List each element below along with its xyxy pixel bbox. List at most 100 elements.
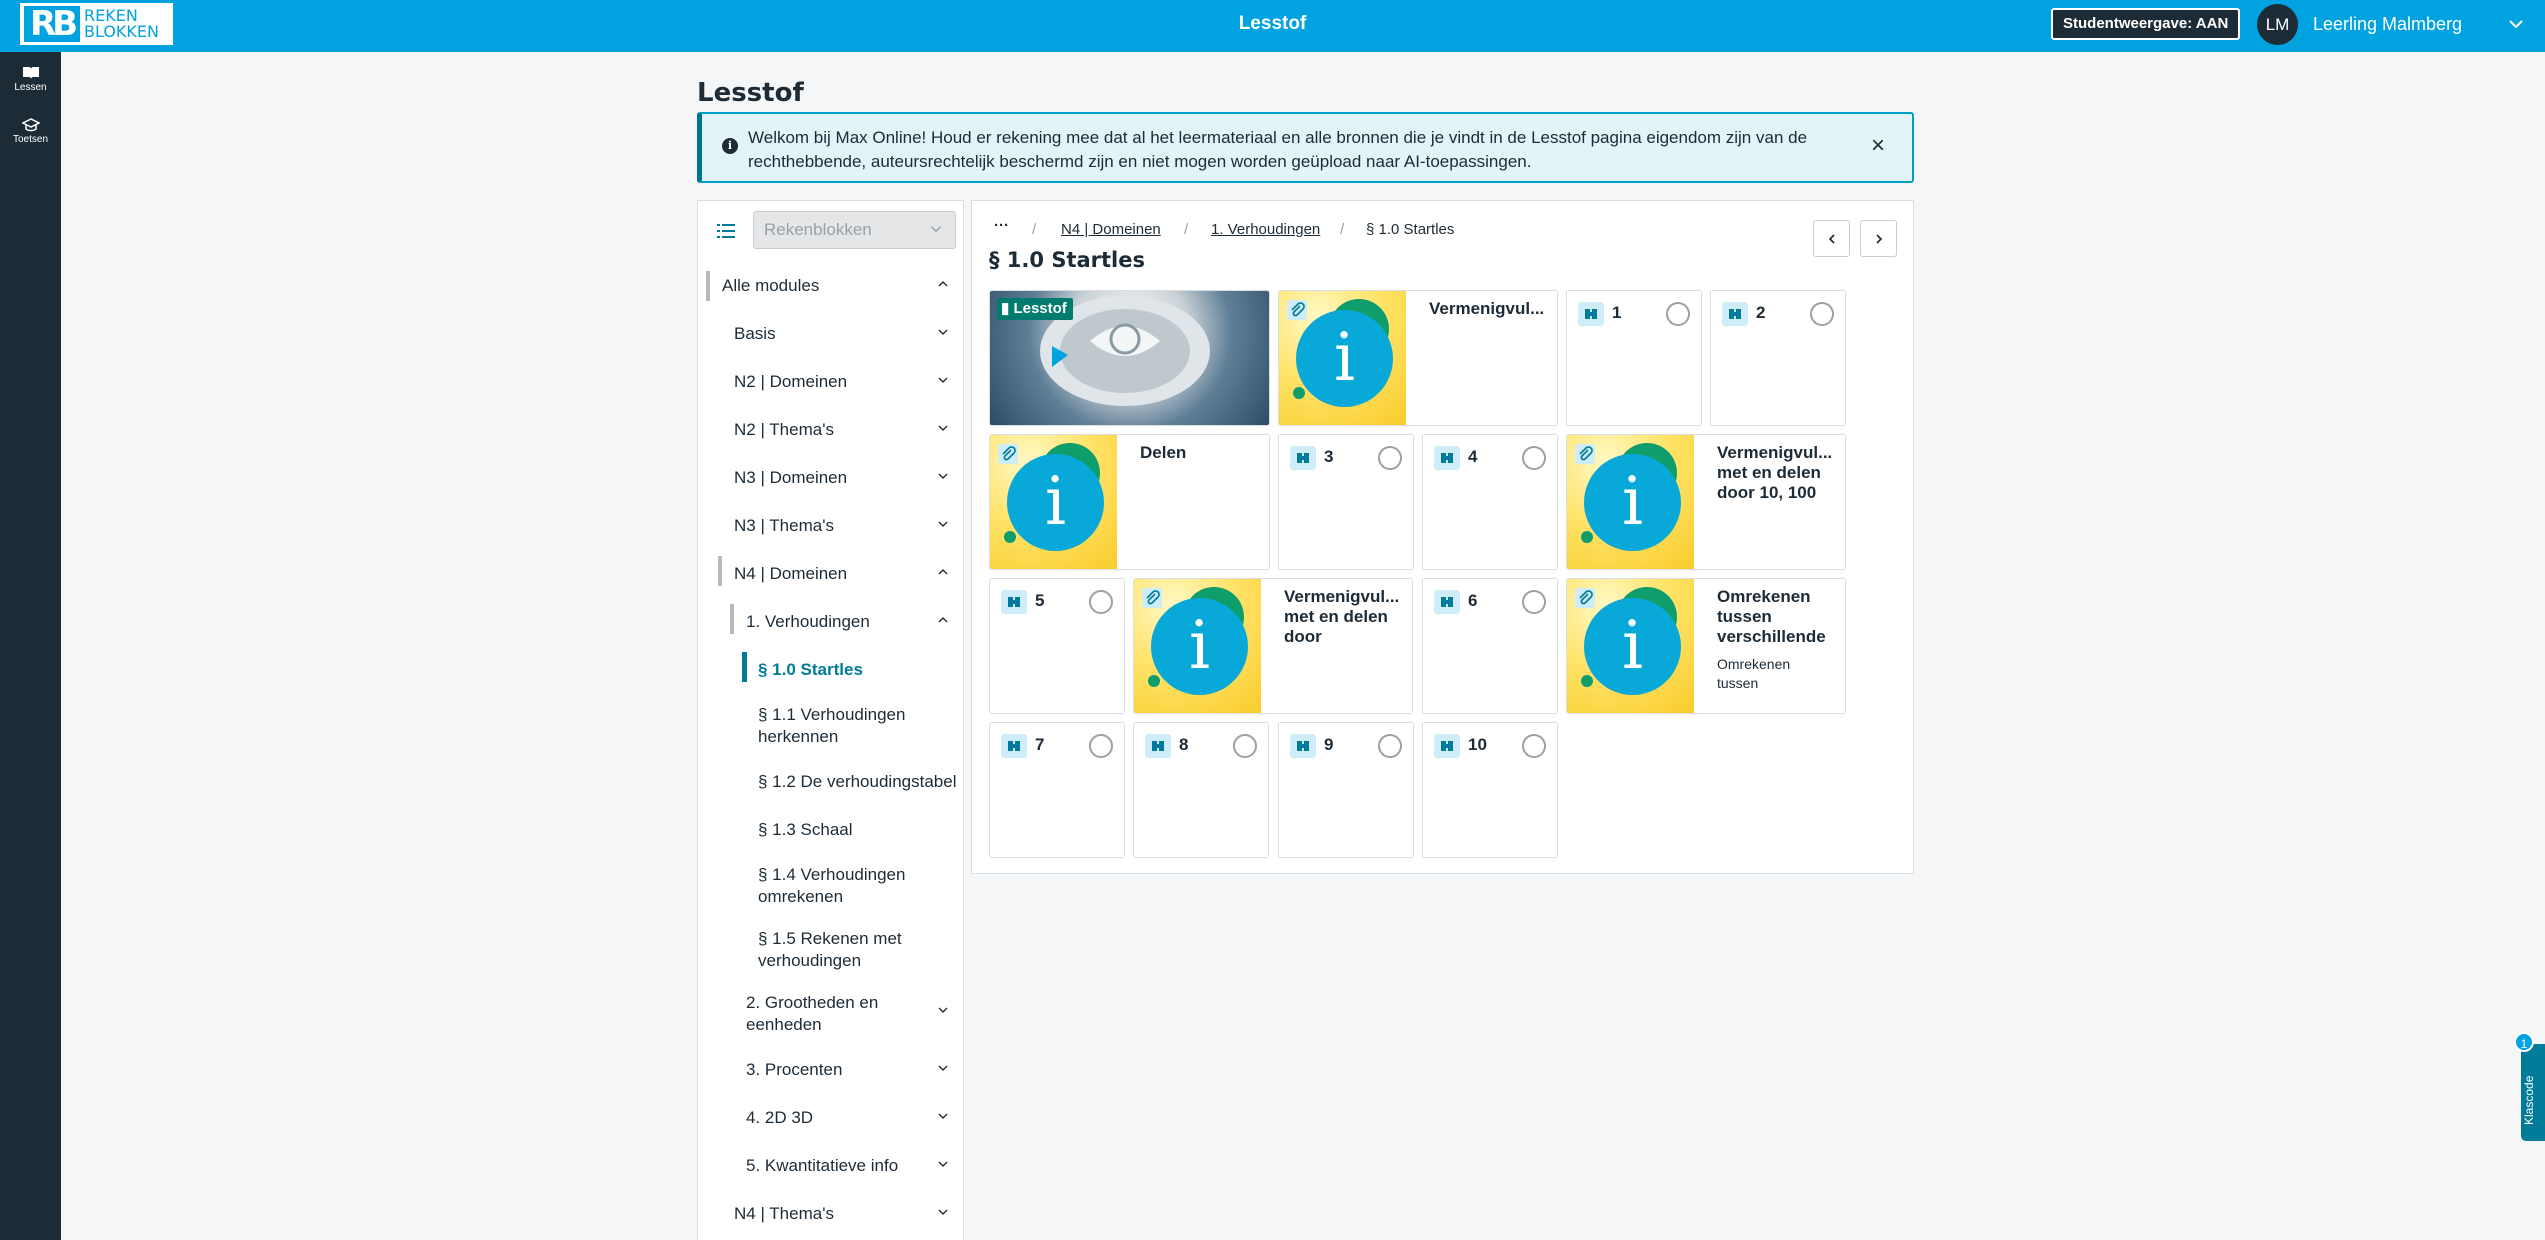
paperclip-icon <box>1575 444 1595 464</box>
exercise-tile[interactable]: 10 <box>1422 722 1558 858</box>
sidebar-item-rekenen-met-verhoudingen[interactable]: § 1.5 Rekenen met verhoudingen <box>758 924 958 974</box>
exercise-tile[interactable]: 7 <box>989 722 1125 858</box>
sidebar-item-label: 1. Verhoudingen <box>746 612 870 631</box>
info-icon: i <box>1333 319 1356 396</box>
sidebar-item-procenten[interactable]: 3. Procenten <box>746 1055 951 1085</box>
page-title: Lesstof <box>697 78 804 108</box>
student-view-toggle[interactable]: Studentweergave: AAN <box>2051 8 2241 40</box>
sidebar-item-n3-domeinen[interactable]: N3 | Domeinen <box>734 463 951 493</box>
chevron-down-icon <box>938 329 948 335</box>
sidebar-item-alle-modules[interactable]: Alle modules <box>722 271 951 301</box>
sidebar-item-schaal[interactable]: § 1.3 Schaal <box>758 815 958 845</box>
info-tile[interactable]: i Vermenigvul... met en delen door <box>1133 578 1413 714</box>
exercise-number: 6 <box>1468 591 1478 610</box>
tree-guide <box>730 604 734 634</box>
sidebar-item-n3-themas[interactable]: N3 | Thema's <box>734 511 951 541</box>
chevron-down-icon <box>938 425 948 431</box>
close-icon[interactable]: × <box>1866 134 1890 158</box>
rekenblokken-logo[interactable]: RB REKEN BLOKKEN <box>20 3 173 45</box>
next-button[interactable] <box>1860 220 1897 257</box>
klascode-count-badge: 1 <box>2514 1032 2534 1052</box>
exercise-tile[interactable]: 5 <box>989 578 1125 714</box>
rail-item-lessen[interactable]: Lessen <box>0 66 61 93</box>
info-tile[interactable]: i Vermenigvul... met en delen door 10, 1… <box>1566 434 1846 570</box>
puzzle-icon <box>1434 446 1460 470</box>
sidebar-item-label: 2. Grootheden en eenheden <box>746 993 879 1034</box>
chevron-down-icon <box>938 1065 948 1071</box>
exercise-number: 7 <box>1035 735 1045 754</box>
sidebar-item-kwantitatieve-info[interactable]: 5. Kwantitatieve info <box>746 1151 951 1181</box>
book-icon <box>22 67 39 79</box>
chevron-right-icon <box>1876 234 1883 244</box>
sidebar-item-n4-themas[interactable]: N4 | Thema's <box>734 1199 951 1229</box>
exercise-number: 9 <box>1324 735 1334 754</box>
sidebar-item-verhoudingen[interactable]: 1. Verhoudingen <box>746 607 951 637</box>
sidebar-item-grootheden[interactable]: 2. Grootheden en eenheden <box>746 988 951 1038</box>
exercise-number: 5 <box>1035 591 1045 610</box>
exercise-tile[interactable]: 6 <box>1422 578 1558 714</box>
sidebar-item-label: Alle modules <box>722 276 820 295</box>
sidebar-item-n2-domeinen[interactable]: N2 | Domeinen <box>734 367 951 397</box>
top-bar: RB REKEN BLOKKEN Lesstof Studentweergave… <box>0 0 2545 52</box>
previous-button[interactable] <box>1813 220 1850 257</box>
sidebar-item-verhoudingen-herkennen[interactable]: § 1.1 Verhoudingen herkennen <box>758 700 958 750</box>
info-icon: i <box>722 138 738 154</box>
paperclip-icon <box>1142 588 1162 608</box>
status-circle-icon <box>1089 590 1113 614</box>
info-tile[interactable]: i Vermenigvul... <box>1278 290 1558 426</box>
exercise-number: 8 <box>1179 735 1189 754</box>
info-tile[interactable]: i Omrekenen tussen verschillende Omreken… <box>1566 578 1846 714</box>
sidebar-item-n4-domeinen[interactable]: N4 | Domeinen <box>734 559 951 589</box>
status-circle-icon <box>1233 734 1257 758</box>
method-select[interactable]: Rekenblokken <box>753 211 956 249</box>
avatar[interactable]: LM <box>2257 4 2298 45</box>
sidebar-item-verhoudingen-omrekenen[interactable]: § 1.4 Verhoudingen omrekenen <box>758 860 958 910</box>
puzzle-icon <box>1001 590 1027 614</box>
klascode-label[interactable]: Klascode <box>2522 1060 2544 1140</box>
exercise-number: 1 <box>1612 303 1622 322</box>
exercise-number: 3 <box>1324 447 1334 466</box>
alert-text: Welkom bij Max Online! Houd er rekening … <box>748 128 1808 171</box>
breadcrumb-separator: / <box>1340 221 1345 238</box>
breadcrumb-ellipsis[interactable]: ··· <box>994 217 1009 234</box>
tile-title: Vermenigvul... met en delen door <box>1284 587 1400 646</box>
info-icon: i <box>1621 463 1644 540</box>
chevron-down-icon <box>938 473 948 479</box>
exercise-number: 10 <box>1468 735 1487 754</box>
breadcrumb-item[interactable]: N4 | Domeinen <box>1061 221 1161 238</box>
status-circle-icon <box>1089 734 1113 758</box>
info-tile[interactable]: i Delen <box>989 434 1270 570</box>
list-icon[interactable] <box>716 221 736 241</box>
chevron-down-icon[interactable] <box>2504 12 2528 36</box>
tile-title: Delen <box>1140 443 1187 462</box>
sidebar-item-verhoudingstabel[interactable]: § 1.2 De verhoudingstabel <box>758 767 958 797</box>
rail-item-toetsen[interactable]: Toetsen <box>0 118 61 145</box>
sidebar-item-label: 5. Kwantitatieve info <box>746 1156 899 1175</box>
exercise-tile[interactable]: 3 <box>1278 434 1414 570</box>
user-name[interactable]: Leerling Malmberg <box>2313 0 2462 48</box>
logo-text: REKEN BLOKKEN <box>84 8 159 40</box>
exercise-tile[interactable]: 4 <box>1422 434 1558 570</box>
sidebar-item-label: N3 | Domeinen <box>734 468 848 487</box>
puzzle-icon <box>1722 302 1748 326</box>
tree-guide-active <box>742 652 747 682</box>
exercise-tile[interactable]: 2 <box>1710 290 1846 426</box>
chevron-up-icon <box>938 617 948 623</box>
sidebar-item-label: § 1.4 Verhoudingen omrekenen <box>758 865 906 906</box>
chevron-down-icon <box>938 1007 948 1013</box>
breadcrumb-item[interactable]: 1. Verhoudingen <box>1211 221 1320 238</box>
exercise-tile[interactable]: 9 <box>1278 722 1414 858</box>
lesstof-tile[interactable]: ▮ Lesstof <box>989 290 1270 426</box>
exercise-tile[interactable]: 1 <box>1566 290 1702 426</box>
chevron-down-icon <box>938 1161 948 1167</box>
left-rail: Lessen Toetsen <box>0 52 61 1240</box>
info-alert: i Welkom bij Max Online! Houd er rekenin… <box>697 112 1914 183</box>
exercise-tile[interactable]: 8 <box>1133 722 1269 858</box>
sidebar-item-startles[interactable]: § 1.0 Startles <box>758 655 958 685</box>
sidebar-item-basis[interactable]: Basis <box>734 319 951 349</box>
section-title: § 1.0 Startles <box>989 248 1145 272</box>
status-circle-icon <box>1810 302 1834 326</box>
sidebar-item-2d-3d[interactable]: 4. 2D 3D <box>746 1103 951 1133</box>
sidebar-item-label: Basis <box>734 324 776 343</box>
sidebar-item-n2-themas[interactable]: N2 | Thema's <box>734 415 951 445</box>
